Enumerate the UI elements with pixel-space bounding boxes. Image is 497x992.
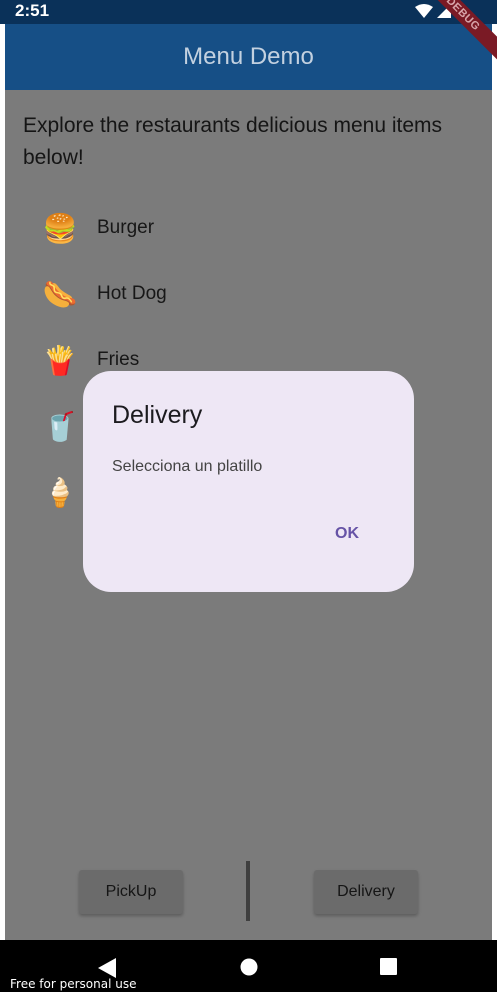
hot-dog-icon: 🌭 xyxy=(42,277,78,311)
intro-text: Explore the restaurants delicious menu i… xyxy=(23,114,443,169)
dialog-title: Delivery xyxy=(112,401,203,429)
soda-icon: 🥤 xyxy=(42,409,78,443)
delivery-button[interactable]: Delivery xyxy=(314,870,418,914)
wifi-icon xyxy=(415,3,433,18)
battery-icon xyxy=(456,3,462,18)
app-title: Menu Demo xyxy=(183,43,314,70)
menu-item-label: Burger xyxy=(97,217,155,238)
burger-icon: 🍔 xyxy=(42,211,78,245)
recents-icon[interactable] xyxy=(380,958,397,975)
watermark: Free for personal use xyxy=(10,977,137,991)
ice-cream-icon: 🍦 xyxy=(42,475,78,509)
app-bar: Menu Demo xyxy=(5,24,492,90)
status-icons xyxy=(415,3,463,18)
home-icon[interactable] xyxy=(240,958,258,976)
dialog-ok-button[interactable]: OK xyxy=(335,525,359,543)
menu-item-hot-dog[interactable]: 🌭 Hot Dog xyxy=(42,276,167,312)
back-icon[interactable] xyxy=(98,958,116,978)
menu-item-burger[interactable]: 🍔 Burger xyxy=(42,210,154,246)
fries-icon: 🍟 xyxy=(42,343,78,377)
button-divider xyxy=(246,861,250,921)
menu-item-label: Fries xyxy=(97,349,140,370)
system-nav-bar: Free for personal use xyxy=(0,940,497,992)
pickup-button[interactable]: PickUp xyxy=(79,870,183,914)
signal-icon xyxy=(437,3,451,18)
status-bar: 2:51 xyxy=(0,0,497,24)
delivery-dialog: Delivery Selecciona un platillo OK xyxy=(83,371,414,592)
menu-item-label: Hot Dog xyxy=(97,283,167,304)
dialog-message: Selecciona un platillo xyxy=(112,458,263,475)
app-frame: 2:51 Menu Demo DEBUG Explore the restaur… xyxy=(0,0,497,992)
status-time: 2:51 xyxy=(15,1,50,20)
